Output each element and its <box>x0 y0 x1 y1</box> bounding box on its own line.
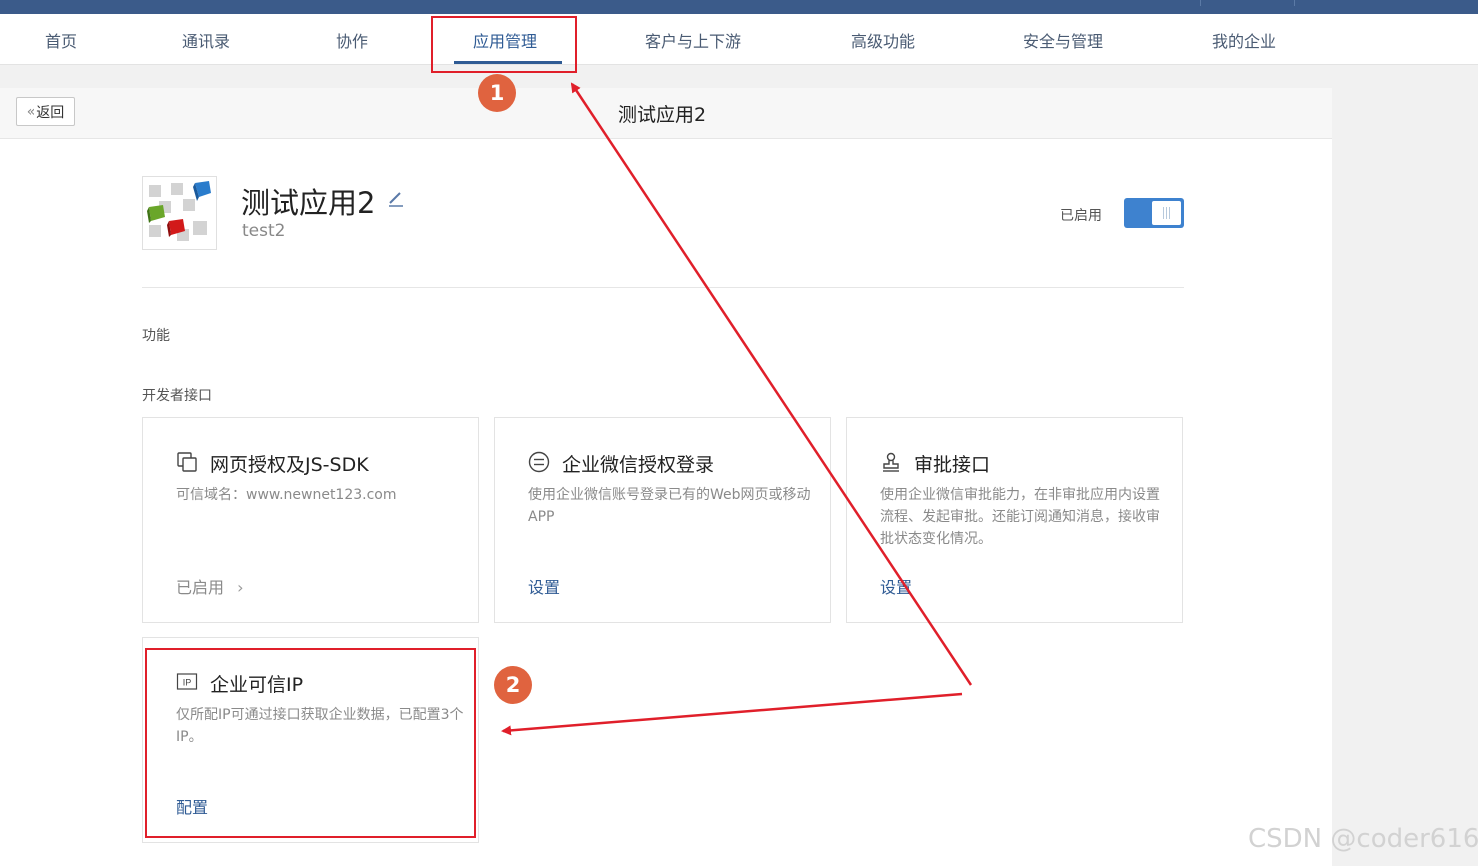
step-badge-2: 2 <box>494 666 532 704</box>
arrow-to-trusted-ip <box>501 692 963 736</box>
watermark: CSDN @coder616 <box>1248 824 1478 854</box>
step-badge-1: 1 <box>478 74 516 112</box>
annotation-arrows <box>501 82 973 736</box>
arrow-to-nav <box>570 82 973 686</box>
